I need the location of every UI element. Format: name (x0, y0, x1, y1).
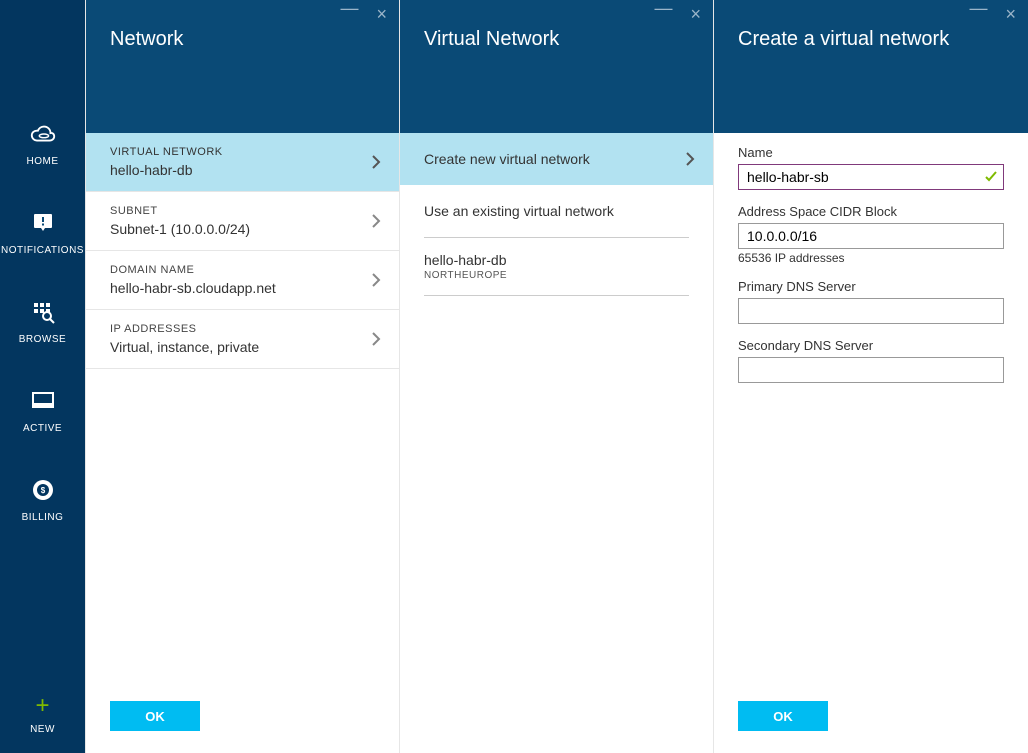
chevron-right-icon (371, 272, 381, 288)
item-value: hello-habr-sb.cloudapp.net (110, 280, 351, 296)
option-create-new-vnet[interactable]: Create new virtual network (400, 133, 713, 185)
item-label: DOMAIN NAME (110, 264, 351, 276)
plus-icon: + (35, 694, 49, 718)
panel-virtual-network: — × Virtual Network Create new virtual n… (399, 0, 713, 753)
sidebar-label-notifications: NOTIFICATIONS (1, 245, 84, 256)
close-icon[interactable]: × (999, 2, 1022, 27)
checkmark-icon (984, 170, 998, 184)
item-value: hello-habr-db (110, 162, 351, 178)
existing-vnet-item[interactable]: hello-habr-db NORTHEUROPE (400, 238, 713, 295)
chevron-right-icon (685, 151, 695, 167)
sidebar-item-browse[interactable]: BROWSE (0, 298, 85, 345)
panel-header: — × Network (86, 0, 399, 133)
active-icon (29, 387, 57, 415)
sidebar-label-browse: BROWSE (19, 334, 66, 345)
ok-button[interactable]: OK (110, 701, 200, 731)
billing-icon: $ (29, 476, 57, 504)
close-icon[interactable]: × (684, 2, 707, 27)
panel-create-vnet: — × Create a virtual network Name Addres… (713, 0, 1028, 753)
sidebar-item-billing[interactable]: $ BILLING (0, 476, 85, 523)
sidebar-label-home: HOME (27, 156, 59, 167)
form: Name Address Space CIDR Block 65536 IP a… (714, 133, 1028, 383)
ok-button[interactable]: OK (738, 701, 828, 731)
item-value: Subnet-1 (10.0.0.0/24) (110, 221, 351, 237)
chevron-right-icon (371, 154, 381, 170)
option-label: Use an existing virtual network (424, 203, 614, 219)
divider (424, 295, 689, 296)
name-label: Name (738, 145, 1004, 160)
browse-icon (29, 298, 57, 326)
notification-icon (29, 209, 57, 237)
list-item-ip-addresses[interactable]: IP ADDRESSES Virtual, instance, private (86, 310, 399, 369)
sidebar-new-button[interactable]: + NEW (30, 694, 55, 753)
panel-header: — × Virtual Network (400, 0, 713, 133)
sidebar-label-active: ACTIVE (23, 423, 62, 434)
svg-text:$: $ (40, 486, 45, 495)
sidebar-item-active[interactable]: ACTIVE (0, 387, 85, 434)
panel-title: Virtual Network (424, 28, 689, 51)
primary-dns-input[interactable] (738, 298, 1004, 324)
sidebar-label-new: NEW (30, 724, 55, 735)
secondary-dns-input[interactable] (738, 357, 1004, 383)
sidebar-label-billing: BILLING (22, 512, 64, 523)
close-icon[interactable]: × (370, 2, 393, 27)
cidr-input[interactable] (738, 223, 1004, 249)
item-label: VIRTUAL NETWORK (110, 146, 351, 158)
option-use-existing-vnet: Use an existing virtual network (400, 185, 713, 237)
panel-title: Network (110, 28, 375, 51)
name-input[interactable] (738, 164, 1004, 190)
sidebar: HOME NOTIFICATIONS BROWSE ACTIVE $ BILLI… (0, 0, 85, 753)
option-label: Create new virtual network (424, 151, 590, 167)
panel-network: — × Network VIRTUAL NETWORK hello-habr-d… (85, 0, 399, 753)
secondary-dns-label: Secondary DNS Server (738, 338, 1004, 353)
item-value: Virtual, instance, private (110, 339, 351, 355)
minimize-icon[interactable]: — (963, 0, 993, 21)
item-label: SUBNET (110, 205, 351, 217)
list-item-virtual-network[interactable]: VIRTUAL NETWORK hello-habr-db (86, 133, 399, 192)
minimize-icon[interactable]: — (648, 0, 678, 21)
existing-vnet-name: hello-habr-db (424, 252, 689, 268)
chevron-right-icon (371, 213, 381, 229)
item-label: IP ADDRESSES (110, 323, 351, 335)
sidebar-item-home[interactable]: HOME (0, 120, 85, 167)
cloud-icon (29, 120, 57, 148)
cidr-label: Address Space CIDR Block (738, 204, 1004, 219)
sidebar-item-notifications[interactable]: NOTIFICATIONS (0, 209, 85, 256)
list-item-domain-name[interactable]: DOMAIN NAME hello-habr-sb.cloudapp.net (86, 251, 399, 310)
primary-dns-label: Primary DNS Server (738, 279, 1004, 294)
panel-title: Create a virtual network (738, 28, 1004, 51)
minimize-icon[interactable]: — (334, 0, 364, 21)
list-item-subnet[interactable]: SUBNET Subnet-1 (10.0.0.0/24) (86, 192, 399, 251)
chevron-right-icon (371, 331, 381, 347)
existing-vnet-location: NORTHEUROPE (424, 270, 689, 281)
cidr-hint: 65536 IP addresses (738, 251, 1004, 265)
panel-header: — × Create a virtual network (714, 0, 1028, 133)
